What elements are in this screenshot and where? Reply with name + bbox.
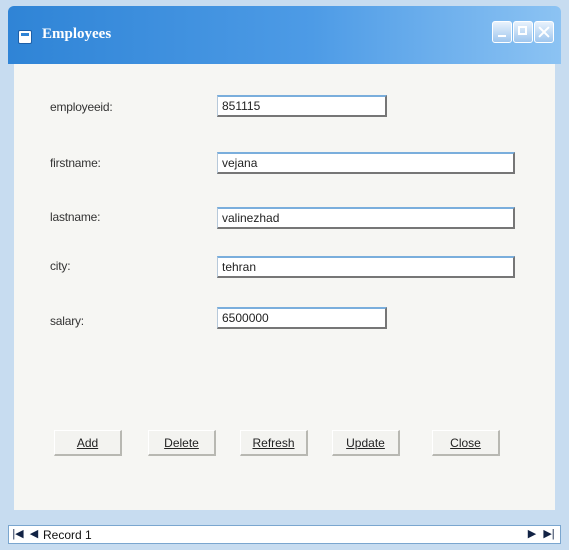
next-record-icon[interactable]: ▶ xyxy=(525,527,539,542)
add-button[interactable]: Add xyxy=(54,430,122,456)
city-label: city: xyxy=(50,259,71,273)
employees-window: Employees employeeid: firstname: lastnam… xyxy=(0,0,569,550)
maximize-button[interactable] xyxy=(513,21,533,43)
employeeid-field[interactable] xyxy=(217,95,387,117)
title-bar[interactable]: Employees xyxy=(8,6,561,64)
window-title: Employees xyxy=(42,26,112,42)
minimize-button[interactable] xyxy=(492,21,512,43)
lastname-label: lastname: xyxy=(50,210,101,224)
salary-field[interactable] xyxy=(217,307,387,329)
first-record-icon[interactable]: |◀ xyxy=(11,527,25,542)
employeeid-label: employeeid: xyxy=(50,100,113,114)
delete-button[interactable]: Delete xyxy=(148,430,216,456)
close-button[interactable]: Close xyxy=(432,430,500,456)
record-position-label: Record 1 xyxy=(43,528,92,542)
close-window-button[interactable] xyxy=(534,21,554,43)
record-navigator: |◀ ◀ Record 1 ▶ ▶| xyxy=(8,525,561,544)
firstname-field[interactable] xyxy=(217,152,515,174)
refresh-button[interactable]: Refresh xyxy=(240,430,308,456)
city-field[interactable] xyxy=(217,256,515,278)
form-icon xyxy=(18,30,32,44)
salary-label: salary: xyxy=(50,314,84,328)
last-record-icon[interactable]: ▶| xyxy=(542,527,556,542)
lastname-field[interactable] xyxy=(217,207,515,229)
update-button[interactable]: Update xyxy=(332,430,400,456)
previous-record-icon[interactable]: ◀ xyxy=(27,527,41,542)
firstname-label: firstname: xyxy=(50,156,101,170)
